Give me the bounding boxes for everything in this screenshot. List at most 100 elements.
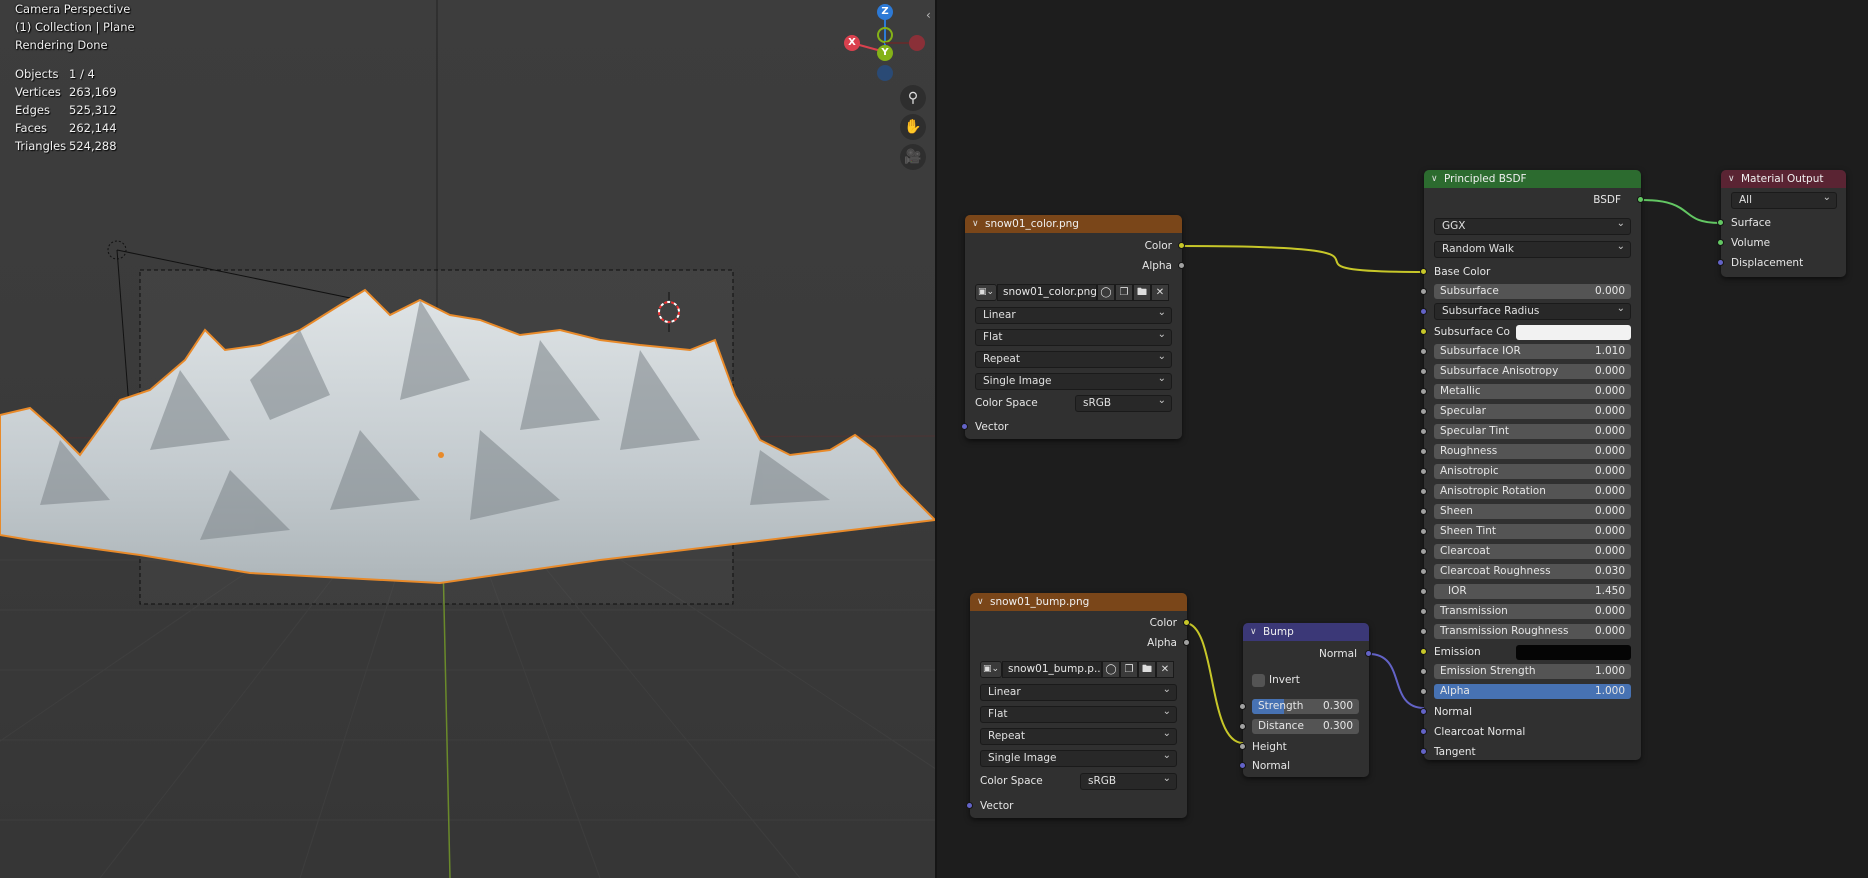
principled-bsdf-node[interactable]: Principled BSDF BSDF GGX Random Walk Bas… (1420, 170, 1644, 760)
close-icon[interactable]: ✕ (1151, 284, 1169, 301)
input-distance-socket[interactable] (1239, 723, 1246, 730)
alpha-field[interactable]: Alpha 1.000 (1434, 684, 1631, 699)
gizmo-z-axis[interactable]: Z (877, 4, 893, 20)
duplicate-icon[interactable]: ❐ (1115, 284, 1133, 301)
input-subsurface-socket[interactable] (1420, 288, 1427, 295)
input-surface-socket[interactable] (1717, 219, 1724, 226)
input-subsurface-radius-socket[interactable] (1420, 308, 1427, 315)
input-socket[interactable] (1420, 608, 1427, 615)
hand-pan-icon[interactable]: ✋ (900, 114, 926, 140)
bsdf-field-anisotropic-rotation[interactable]: Anisotropic Rotation 0.000 (1434, 484, 1631, 499)
shader-node-editor[interactable]: snow01_color.png Color Alpha ▣⌄ snow01_c… (937, 0, 1868, 878)
image-texture-node-color[interactable]: snow01_color.png Color Alpha ▣⌄ snow01_c… (961, 215, 1185, 439)
input-socket[interactable] (1420, 348, 1427, 355)
image-browse-icon[interactable]: ▣⌄ (975, 284, 997, 301)
input-socket[interactable] (1420, 368, 1427, 375)
input-subsurface-color-socket[interactable] (1420, 328, 1427, 335)
bsdf-field-anisotropic[interactable]: Anisotropic 0.000 (1434, 464, 1631, 479)
source-dropdown[interactable]: Single Image (980, 748, 1177, 767)
camera-view-icon[interactable]: 🎥 (900, 144, 926, 170)
bsdf-field-specular-tint[interactable]: Specular Tint 0.000 (1434, 424, 1631, 439)
input-emission-strength-socket[interactable] (1420, 668, 1427, 675)
subsurface-radius-dropdown[interactable]: Subsurface Radius (1434, 301, 1631, 320)
input-normal-socket[interactable] (1420, 708, 1427, 715)
output-normal-socket[interactable] (1365, 650, 1372, 657)
input-socket[interactable] (1420, 428, 1427, 435)
emission-strength-field[interactable]: Emission Strength 1.000 (1434, 664, 1631, 679)
input-socket[interactable] (1420, 488, 1427, 495)
gizmo-y-axis[interactable]: Y (877, 45, 893, 61)
color-space-dropdown[interactable]: sRGB (1075, 393, 1172, 412)
node-header[interactable]: Principled BSDF (1424, 170, 1641, 188)
input-socket[interactable] (1420, 548, 1427, 555)
color-space-dropdown[interactable]: sRGB (1080, 771, 1177, 790)
output-color-socket[interactable] (1178, 242, 1185, 249)
subsurface-method-dropdown[interactable]: Random Walk (1434, 239, 1631, 258)
bsdf-field-metallic[interactable]: Metallic 0.000 (1434, 384, 1631, 399)
bsdf-field-subsurface-anisotropy[interactable]: Subsurface Anisotropy 0.000 (1434, 364, 1631, 379)
interpolation-dropdown[interactable]: Linear (980, 682, 1177, 701)
input-socket[interactable] (1420, 448, 1427, 455)
bsdf-field-subsurface-ior[interactable]: Subsurface IOR 1.010 (1434, 344, 1631, 359)
bsdf-field-sheen[interactable]: Sheen 0.000 (1434, 504, 1631, 519)
material-output-node[interactable]: Material Output All Surface Volume Displ… (1717, 170, 1846, 277)
chevron-left-icon[interactable]: ‹ (926, 8, 931, 22)
bsdf-field-clearcoat-roughness[interactable]: Clearcoat Roughness 0.030 (1434, 564, 1631, 579)
image-selector[interactable]: ▣⌄ snow01_color.png ◯ ❐ 🖿 ✕ (975, 283, 1169, 302)
gizmo-x-axis[interactable]: X (844, 35, 860, 51)
extension-dropdown[interactable]: Repeat (975, 349, 1172, 368)
bsdf-field-sheen-tint[interactable]: Sheen Tint 0.000 (1434, 524, 1631, 539)
input-vector-socket[interactable] (961, 423, 968, 430)
bsdf-field-roughness[interactable]: Roughness 0.000 (1434, 444, 1631, 459)
duplicate-icon[interactable]: ❐ (1120, 661, 1138, 678)
input-strength-socket[interactable] (1239, 703, 1246, 710)
fake-user-icon[interactable]: ◯ (1097, 284, 1115, 301)
input-socket[interactable] (1420, 388, 1427, 395)
input-emission-socket[interactable] (1420, 648, 1427, 655)
input-socket[interactable] (1420, 508, 1427, 515)
input-socket[interactable] (1420, 568, 1427, 575)
distance-field[interactable]: Distance 0.300 (1252, 719, 1359, 734)
strength-field[interactable]: Strength 0.300 (1252, 699, 1359, 714)
bsdf-field-clearcoat[interactable]: Clearcoat 0.000 (1434, 544, 1631, 559)
input-normal-socket[interactable] (1239, 762, 1246, 769)
subsurface-field[interactable]: Subsurface 0.000 (1434, 284, 1631, 299)
fake-user-icon[interactable]: ◯ (1102, 661, 1120, 678)
input-clearcoat-normal-socket[interactable] (1420, 728, 1427, 735)
output-alpha-socket[interactable] (1183, 639, 1190, 646)
bsdf-field-ior[interactable]: IOR 1.450 (1434, 584, 1631, 599)
image-name-field[interactable]: snow01_bump.p... (1002, 661, 1102, 678)
close-icon[interactable]: ✕ (1156, 661, 1174, 678)
input-socket[interactable] (1420, 408, 1427, 415)
input-displacement-socket[interactable] (1717, 259, 1724, 266)
node-header[interactable]: snow01_color.png (965, 215, 1182, 233)
projection-dropdown[interactable]: Flat (975, 327, 1172, 346)
distribution-dropdown[interactable]: GGX (1434, 216, 1631, 235)
bsdf-field-specular[interactable]: Specular 0.000 (1434, 404, 1631, 419)
subsurface-color-swatch[interactable] (1516, 325, 1631, 340)
folder-icon[interactable]: 🖿 (1133, 284, 1151, 301)
image-texture-node-bump[interactable]: snow01_bump.png Color Alpha ▣⌄ snow01_bu… (966, 593, 1190, 818)
node-header[interactable]: snow01_bump.png (970, 593, 1187, 611)
input-height-socket[interactable] (1239, 743, 1246, 750)
input-volume-socket[interactable] (1717, 239, 1724, 246)
input-tangent-socket[interactable] (1420, 748, 1427, 755)
node-header[interactable]: Material Output (1721, 170, 1846, 188)
image-selector[interactable]: ▣⌄ snow01_bump.p... ◯ ❐ 🖿 ✕ (980, 660, 1174, 679)
emission-color-swatch[interactable] (1516, 645, 1631, 660)
image-name-field[interactable]: snow01_color.png (997, 284, 1097, 301)
input-vector-socket[interactable] (966, 802, 973, 809)
node-header[interactable]: Bump (1243, 623, 1369, 641)
input-socket[interactable] (1420, 628, 1427, 635)
input-socket[interactable] (1420, 468, 1427, 475)
bsdf-field-transmission[interactable]: Transmission 0.000 (1434, 604, 1631, 619)
output-bsdf-socket[interactable] (1637, 196, 1644, 203)
output-alpha-socket[interactable] (1178, 262, 1185, 269)
projection-dropdown[interactable]: Flat (980, 704, 1177, 723)
input-socket[interactable] (1420, 528, 1427, 535)
input-base-color-socket[interactable] (1420, 268, 1427, 275)
zoom-icon[interactable]: ⚲ (900, 85, 926, 111)
interpolation-dropdown[interactable]: Linear (975, 305, 1172, 324)
input-socket[interactable] (1420, 588, 1427, 595)
image-browse-icon[interactable]: ▣⌄ (980, 661, 1002, 678)
